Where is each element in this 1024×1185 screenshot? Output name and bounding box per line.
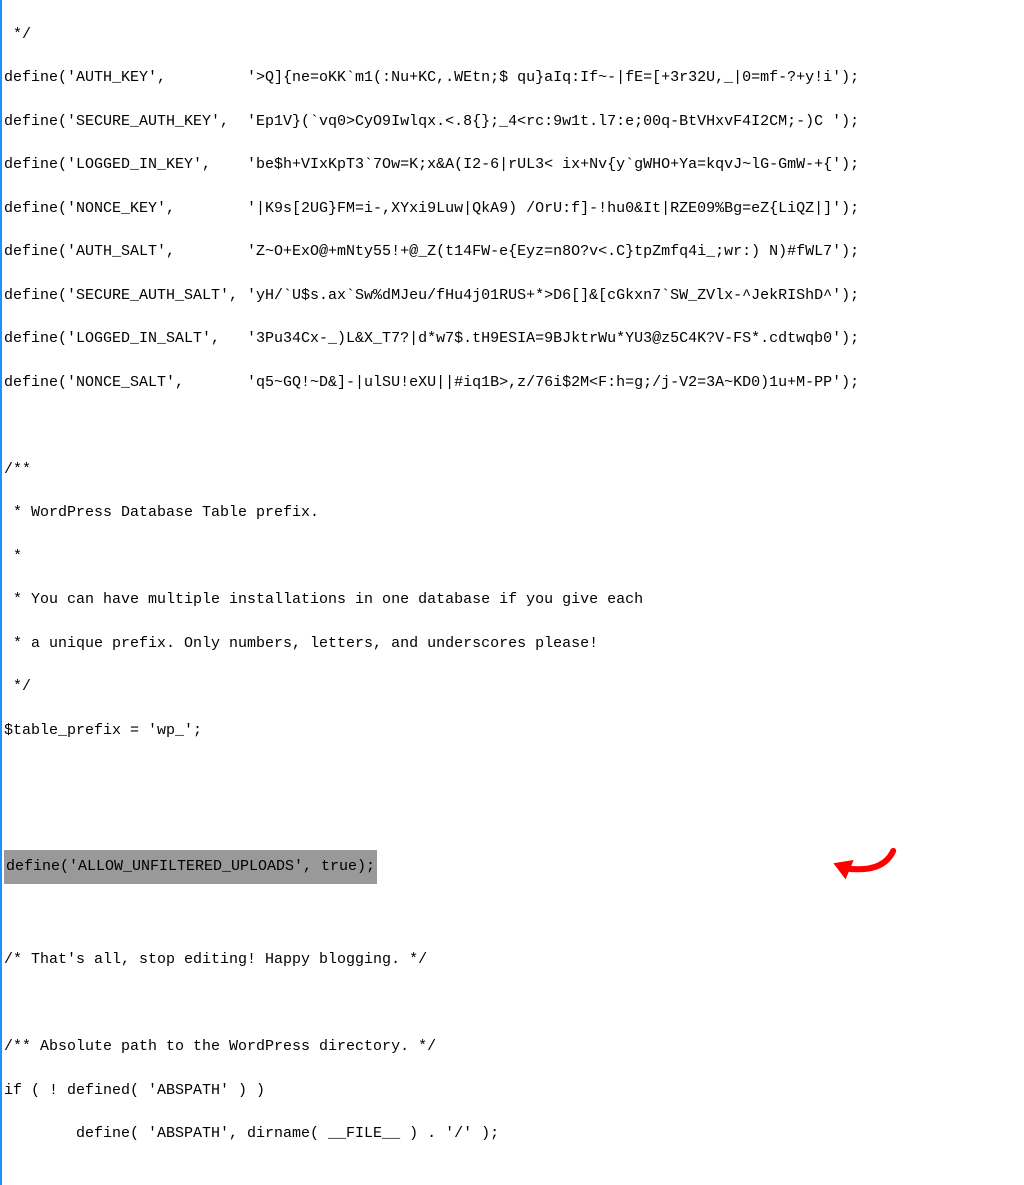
code-line: if ( ! defined( 'ABSPATH' ) ) bbox=[4, 1080, 1024, 1102]
code-line: define('LOGGED_IN_KEY', 'be$h+VIxKpT3`7O… bbox=[4, 154, 1024, 176]
code-line: * bbox=[4, 546, 1024, 568]
code-line: define('NONCE_KEY', '|K9s[2UG}FM=i-,XYxi… bbox=[4, 198, 1024, 220]
highlighted-code: define('ALLOW_UNFILTERED_UPLOADS', true)… bbox=[4, 850, 377, 884]
code-line: define('LOGGED_IN_SALT', '3Pu34Cx-_)L&X_… bbox=[4, 328, 1024, 350]
highlighted-line-wrapper: define('ALLOW_UNFILTERED_UPLOADS', true)… bbox=[4, 850, 1024, 884]
code-block: */ define('AUTH_KEY', '>Q]{ne=oKK`m1(:Nu… bbox=[4, 2, 1024, 1167]
code-line bbox=[4, 906, 1024, 928]
code-line: define('AUTH_KEY', '>Q]{ne=oKK`m1(:Nu+KC… bbox=[4, 67, 1024, 89]
code-line: */ bbox=[4, 676, 1024, 698]
code-line bbox=[4, 807, 1024, 829]
code-line: $table_prefix = 'wp_'; bbox=[4, 720, 1024, 742]
code-line: define( 'ABSPATH', dirname( __FILE__ ) .… bbox=[4, 1123, 1024, 1145]
code-line: define('AUTH_SALT', 'Z~O+ExO@+mNty55!+@_… bbox=[4, 241, 1024, 263]
code-line bbox=[4, 415, 1024, 437]
code-line: * a unique prefix. Only numbers, letters… bbox=[4, 633, 1024, 655]
code-line: define('NONCE_SALT', 'q5~GQ!~D&]-|ulSU!e… bbox=[4, 372, 1024, 394]
arrow-icon bbox=[820, 826, 905, 902]
code-line: define('SECURE_AUTH_SALT', 'yH/`U$s.ax`S… bbox=[4, 285, 1024, 307]
code-line bbox=[4, 993, 1024, 1015]
code-line: * WordPress Database Table prefix. bbox=[4, 502, 1024, 524]
code-line bbox=[4, 763, 1024, 785]
code-line: * You can have multiple installations in… bbox=[4, 589, 1024, 611]
code-line: /** bbox=[4, 459, 1024, 481]
code-line: /** Absolute path to the WordPress direc… bbox=[4, 1036, 1024, 1058]
code-line: /* That's all, stop editing! Happy blogg… bbox=[4, 949, 1024, 971]
code-line: define('SECURE_AUTH_KEY', 'Ep1V}(`vq0>Cy… bbox=[4, 111, 1024, 133]
code-line: */ bbox=[4, 24, 1024, 46]
